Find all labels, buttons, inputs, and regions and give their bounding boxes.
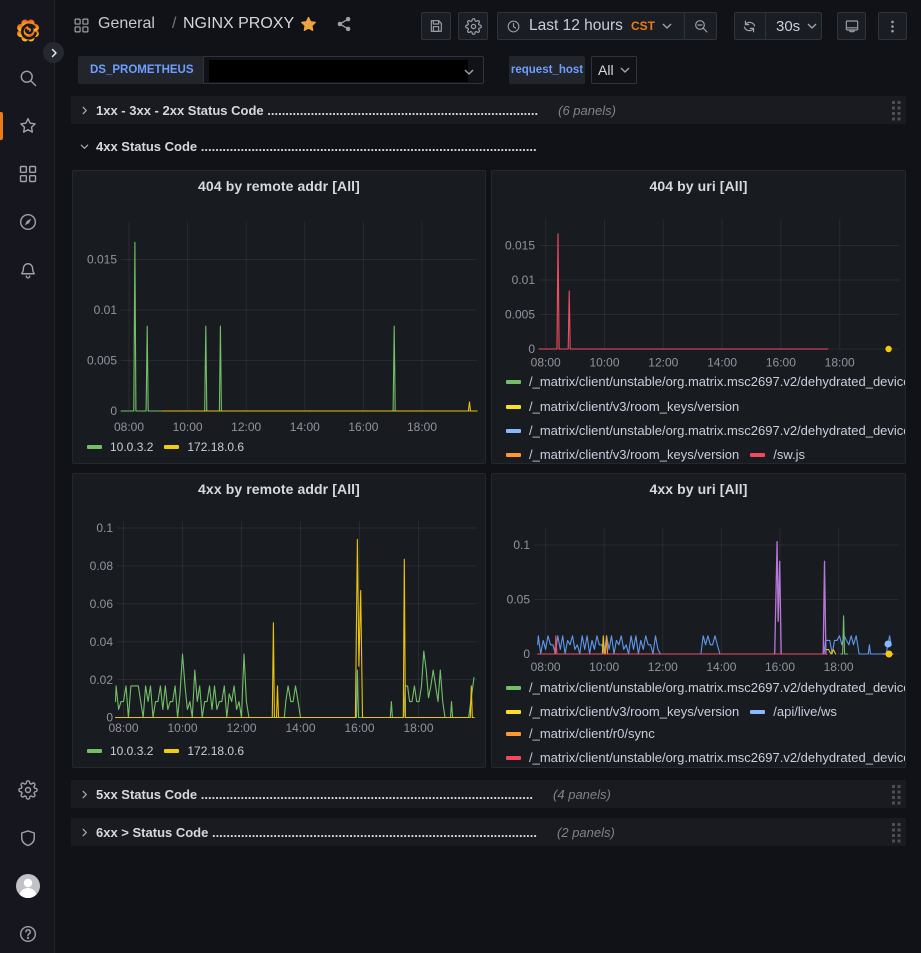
svg-text:16:00: 16:00	[766, 356, 796, 370]
svg-text:08:00: 08:00	[108, 721, 138, 735]
svg-text:10:00: 10:00	[589, 660, 619, 674]
svg-text:18:00: 18:00	[407, 420, 437, 434]
svg-text:12:00: 12:00	[648, 660, 678, 674]
svg-text:0: 0	[110, 404, 117, 418]
svg-text:14:00: 14:00	[285, 721, 315, 735]
svg-text:0.05: 0.05	[507, 593, 531, 607]
svg-text:16:00: 16:00	[765, 660, 795, 674]
svg-text:12:00: 12:00	[226, 721, 256, 735]
svg-text:0.06: 0.06	[90, 597, 114, 611]
svg-text:0.01: 0.01	[94, 303, 118, 317]
svg-text:0.01: 0.01	[512, 273, 536, 287]
svg-text:18:00: 18:00	[824, 660, 854, 674]
svg-text:0.02: 0.02	[90, 673, 114, 687]
svg-text:0: 0	[523, 647, 530, 661]
svg-text:08:00: 08:00	[531, 660, 561, 674]
svg-text:0.005: 0.005	[505, 308, 535, 322]
svg-text:0.1: 0.1	[96, 521, 113, 535]
svg-text:12:00: 12:00	[231, 420, 261, 434]
svg-text:08:00: 08:00	[114, 420, 144, 434]
svg-text:0.015: 0.015	[87, 253, 117, 267]
svg-text:14:00: 14:00	[706, 660, 736, 674]
svg-text:14:00: 14:00	[707, 356, 737, 370]
svg-text:10:00: 10:00	[589, 356, 619, 370]
svg-text:0.1: 0.1	[513, 538, 530, 552]
svg-text:16:00: 16:00	[348, 420, 378, 434]
svg-text:18:00: 18:00	[825, 356, 855, 370]
svg-text:0.015: 0.015	[505, 239, 535, 253]
svg-text:14:00: 14:00	[290, 420, 320, 434]
svg-text:0.005: 0.005	[87, 354, 117, 368]
svg-text:08:00: 08:00	[531, 356, 561, 370]
svg-text:0.04: 0.04	[90, 635, 114, 649]
svg-text:18:00: 18:00	[403, 721, 433, 735]
svg-text:0: 0	[528, 342, 535, 356]
svg-text:10:00: 10:00	[173, 420, 203, 434]
svg-text:0.08: 0.08	[90, 559, 114, 573]
svg-text:12:00: 12:00	[648, 356, 678, 370]
svg-text:10:00: 10:00	[167, 721, 197, 735]
svg-text:16:00: 16:00	[344, 721, 374, 735]
